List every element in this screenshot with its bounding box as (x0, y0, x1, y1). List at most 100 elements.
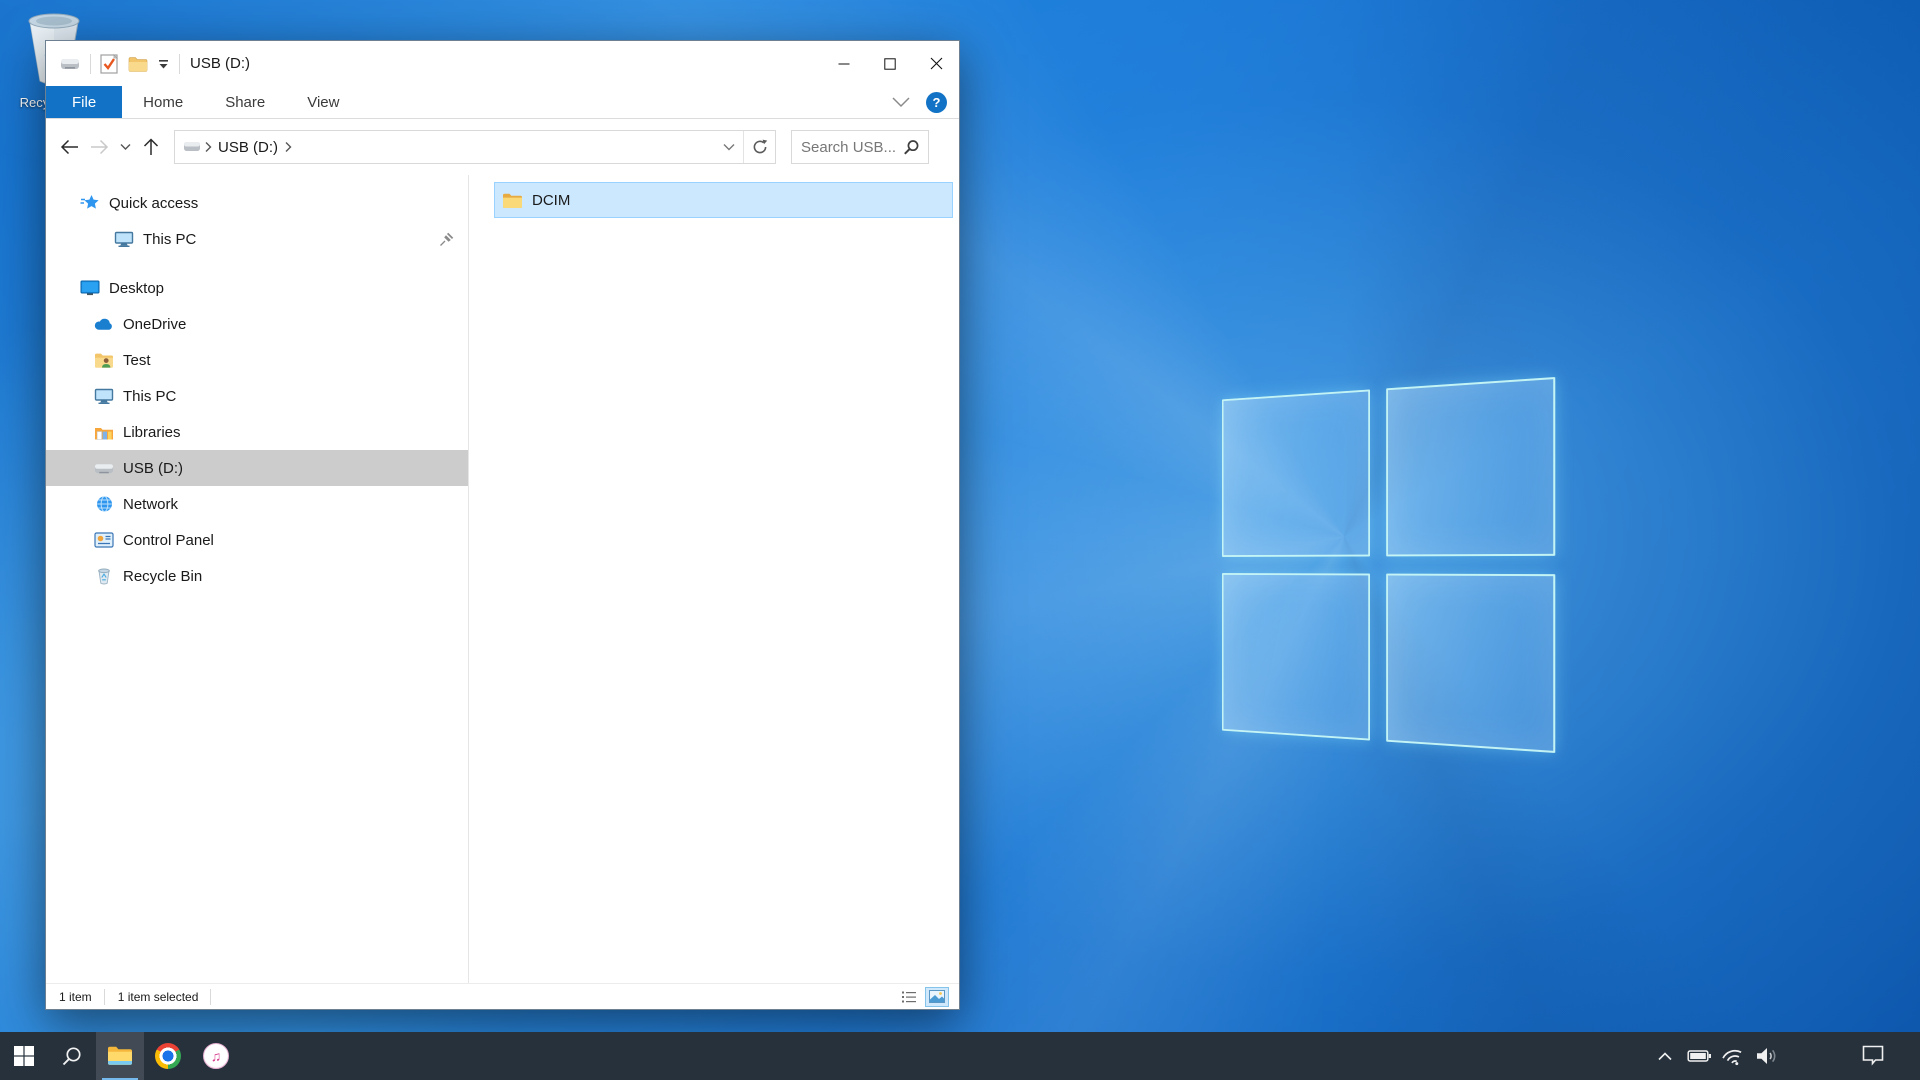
volume-icon (1754, 1044, 1780, 1068)
chevron-up-icon (1657, 1051, 1673, 1061)
large-icons-view-button[interactable] (925, 987, 949, 1007)
taskbar-search-button[interactable] (48, 1032, 96, 1080)
sidebar-item-network[interactable]: Network (46, 486, 468, 522)
breadcrumb-chevron-icon[interactable] (203, 141, 213, 153)
battery-icon (1687, 1044, 1712, 1068)
maximize-button[interactable] (867, 41, 913, 86)
quick-access-toolbar (46, 53, 180, 74)
search-icon[interactable] (903, 139, 928, 156)
sidebar-item-this-pc-pinned[interactable]: This PC (46, 221, 468, 257)
breadcrumb-location[interactable]: USB (D:) (215, 139, 281, 156)
wifi-indicator[interactable] (1716, 1032, 1750, 1080)
window-controls (821, 41, 959, 86)
file-list: DCIM (469, 175, 959, 983)
sidebar-item-onedrive[interactable]: OneDrive (46, 306, 468, 342)
sidebar-item-quick-access[interactable]: Quick access (46, 185, 468, 221)
sidebar-item-libraries[interactable]: Libraries (46, 414, 468, 450)
close-icon (930, 57, 943, 70)
chrome-icon (155, 1043, 181, 1069)
action-center-icon (1860, 1043, 1886, 1069)
desktop-monitor-icon (80, 280, 100, 296)
sidebar-item-desktop[interactable]: Desktop (46, 270, 468, 306)
search-icon (60, 1044, 84, 1068)
ribbon-tabs: File Home Share View ? (46, 86, 959, 119)
properties-check-icon[interactable] (100, 53, 119, 74)
breadcrumb-chevron-icon[interactable] (283, 141, 293, 153)
computer-icon (114, 231, 134, 248)
taskbar-file-explorer-button[interactable] (96, 1032, 144, 1080)
navigation-pane: Quick access This PC (46, 175, 468, 983)
address-bar[interactable]: USB (D:) (174, 130, 776, 164)
user-folder-icon (94, 352, 114, 369)
thumbnail-view-icon (929, 990, 945, 1003)
search-placeholder: Search USB... (792, 139, 903, 156)
taskbar: ♫ (0, 1032, 1920, 1080)
window-body: Quick access This PC (46, 175, 959, 983)
sidebar-item-recycle-bin[interactable]: Recycle Bin (46, 558, 468, 594)
usb-drive-icon (94, 462, 114, 475)
action-center-button[interactable] (1856, 1032, 1890, 1080)
volume-indicator[interactable] (1750, 1032, 1784, 1080)
taskbar-itunes-button[interactable]: ♫ (192, 1032, 240, 1080)
address-dropdown-button[interactable] (715, 131, 743, 163)
wifi-icon (1720, 1044, 1746, 1068)
sidebar-item-test[interactable]: Test (46, 342, 468, 378)
windows-start-icon (12, 1044, 36, 1068)
forward-arrow-icon (90, 139, 109, 155)
drive-icon (183, 141, 201, 153)
back-arrow-icon (60, 139, 79, 155)
up-arrow-icon (143, 138, 159, 156)
file-explorer-icon (107, 1045, 134, 1067)
network-globe-icon (94, 495, 114, 513)
start-button[interactable] (0, 1032, 48, 1080)
file-explorer-window: USB (D:) File Home Share View ? (45, 40, 960, 1010)
back-button[interactable] (54, 131, 84, 163)
expand-ribbon-chevron-icon[interactable] (890, 96, 912, 109)
pin-icon (439, 232, 454, 247)
tab-home[interactable]: Home (122, 86, 204, 118)
maximize-icon (884, 58, 896, 70)
recent-locations-button[interactable] (114, 131, 136, 163)
close-button[interactable] (913, 41, 959, 86)
quick-access-star-icon (80, 194, 100, 212)
file-name: DCIM (532, 192, 570, 209)
new-folder-icon[interactable] (128, 56, 148, 72)
itunes-icon: ♫ (203, 1043, 229, 1069)
windows-logo-pane (1222, 389, 1370, 556)
tab-view[interactable]: View (286, 86, 360, 118)
address-bar-row: USB (D:) Search USB... (46, 119, 959, 175)
search-box[interactable]: Search USB... (791, 130, 929, 164)
customize-toolbar-caret-icon[interactable] (157, 58, 170, 70)
up-button[interactable] (136, 131, 166, 163)
computer-icon (94, 388, 114, 405)
navigation-buttons (54, 131, 166, 163)
refresh-button[interactable] (743, 131, 775, 163)
chevron-down-icon (723, 143, 735, 151)
details-view-button[interactable] (897, 987, 921, 1007)
forward-button[interactable] (84, 131, 114, 163)
file-item-dcim[interactable]: DCIM (494, 182, 953, 218)
selection-count: 1 item selected (105, 990, 211, 1004)
sidebar-item-usb-drive[interactable]: USB (D:) (46, 450, 468, 486)
status-bar: 1 item 1 item selected (46, 983, 959, 1009)
folder-icon (502, 192, 523, 209)
title-bar[interactable]: USB (D:) (46, 41, 959, 86)
tray-expand-button[interactable] (1648, 1032, 1682, 1080)
help-button[interactable]: ? (926, 92, 947, 113)
windows-logo-pane (1222, 573, 1370, 740)
chevron-down-icon (120, 143, 131, 151)
battery-indicator[interactable] (1682, 1032, 1716, 1080)
minimize-icon (838, 58, 850, 70)
tab-share[interactable]: Share (204, 86, 286, 118)
refresh-icon (752, 139, 768, 155)
sidebar-item-this-pc[interactable]: This PC (46, 378, 468, 414)
taskbar-chrome-button[interactable] (144, 1032, 192, 1080)
onedrive-cloud-icon (94, 317, 114, 331)
item-count: 1 item (46, 990, 104, 1004)
toolbar-separator (90, 54, 91, 74)
system-tray (1648, 1032, 1920, 1080)
sidebar-item-control-panel[interactable]: Control Panel (46, 522, 468, 558)
tab-file[interactable]: File (46, 86, 122, 118)
drive-icon (59, 57, 81, 71)
minimize-button[interactable] (821, 41, 867, 86)
